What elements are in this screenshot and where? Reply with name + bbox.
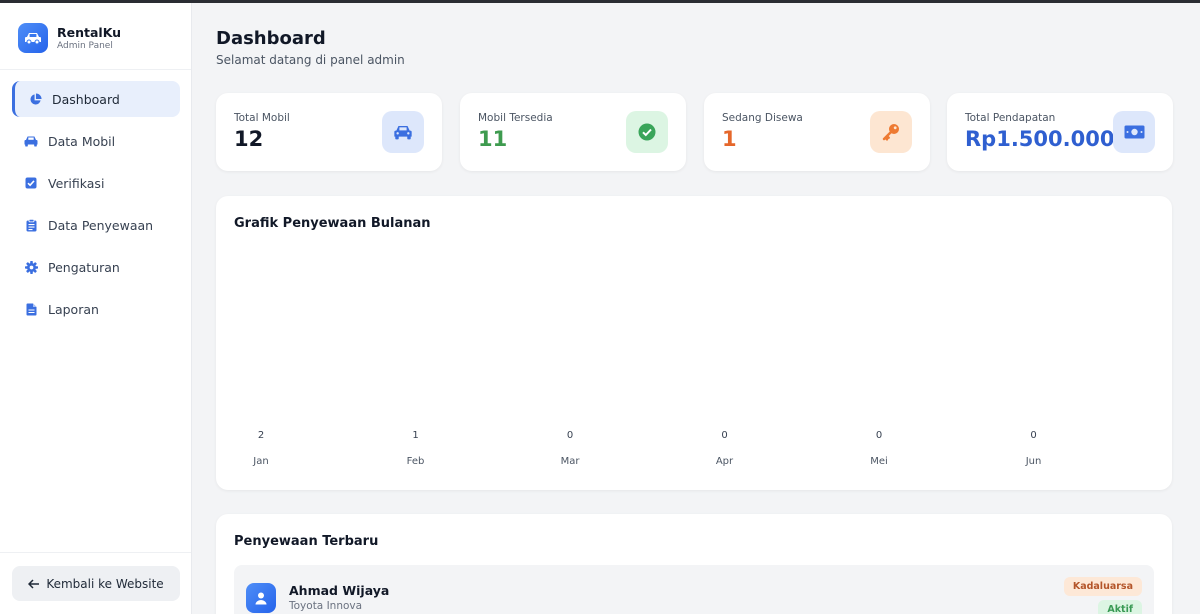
window-top-bar: [0, 0, 1200, 3]
chart-bar-jan: 2 Jan: [211, 430, 311, 467]
sidebar-item-label: Data Penyewaan: [48, 217, 154, 233]
brand-subtitle: Admin Panel: [57, 40, 113, 51]
sidebar-item-label: Laporan: [48, 301, 99, 317]
stat-label: Mobil Tersedia: [478, 112, 553, 124]
sidebar-item-label: Pengaturan: [48, 259, 120, 275]
chart-bar-apr: 0 Apr: [675, 430, 775, 467]
tick-label: Apr: [715, 456, 734, 467]
data-label: 0: [875, 430, 883, 441]
stat-card-sedang-disewa: Sedang Disewa 1: [704, 93, 930, 171]
stat-value: Rp1.500.000: [965, 127, 1115, 151]
brand[interactable]: RentalKu Admin Panel: [18, 22, 121, 54]
chart-bar-jun: 0 Jun: [984, 430, 1084, 467]
stat-card-total-pendapatan: Total Pendapatan Rp1.500.000: [947, 93, 1173, 171]
check-square-icon: [24, 176, 38, 190]
file-icon: [24, 302, 38, 316]
tick-label: Mar: [560, 456, 580, 467]
arrow-left-icon: [28, 578, 40, 589]
stat-value: 11: [478, 127, 508, 151]
car-icon: [382, 111, 424, 153]
status-badge-active: Aktif: [1098, 600, 1142, 614]
stat-card-mobil-tersedia: Mobil Tersedia 11: [460, 93, 686, 171]
chart-bar-feb: 1 Feb: [366, 430, 466, 467]
status-badge-expired: Kadaluarsa: [1063, 577, 1142, 596]
sidebar-item-label: Verifikasi: [48, 175, 105, 191]
stat-label: Total Mobil: [234, 112, 290, 124]
sidebar-item-dashboard[interactable]: Dashboard: [12, 81, 180, 117]
chart-title: Grafik Penyewaan Bulanan: [234, 216, 431, 231]
sidebar-item-pengaturan[interactable]: Pengaturan: [12, 249, 180, 285]
renter-name: Ahmad Wijaya: [289, 583, 390, 598]
recent-rentals-title: Penyewaan Terbaru: [234, 534, 379, 549]
list-item[interactable]: Ahmad Wijaya Toyota Innova Kadaluarsa Ak…: [234, 565, 1154, 614]
tick-label: Jan: [253, 456, 269, 467]
car-logo-icon: [18, 23, 48, 53]
data-label: 1: [412, 430, 419, 441]
sidebar-item-verifikasi[interactable]: Verifikasi: [12, 165, 180, 201]
check-circle-icon: [626, 111, 668, 153]
clipboard-icon: [24, 218, 38, 232]
tick-label: Jun: [1025, 456, 1042, 467]
recent-rentals-card: Penyewaan Terbaru Ahmad Wijaya Toyota In…: [216, 514, 1172, 614]
stat-label: Sedang Disewa: [722, 112, 803, 124]
sidebar-nav: Dashboard Data Mobil Verifikasi Data Pen…: [12, 81, 180, 333]
rented-car: Toyota Innova: [289, 600, 363, 612]
data-label: 2: [257, 430, 265, 441]
back-button-label: Kembali ke Website: [46, 576, 164, 591]
sidebar-item-data-penyewaan[interactable]: Data Penyewaan: [12, 207, 180, 243]
data-label: 0: [1030, 430, 1037, 441]
sidebar: RentalKu Admin Panel Dashboard Data Mobi…: [0, 3, 192, 614]
data-label: 0: [721, 430, 728, 441]
pie-chart-icon: [28, 92, 42, 106]
tick-label: Mei: [870, 456, 888, 467]
sidebar-item-data-mobil[interactable]: Data Mobil: [12, 123, 180, 159]
stat-value: 1: [722, 127, 737, 151]
sidebar-item-label: Dashboard: [52, 91, 120, 107]
page-subtitle: Selamat datang di panel admin: [216, 53, 405, 67]
page-title: Dashboard: [216, 28, 326, 49]
gear-icon: [24, 260, 38, 274]
back-to-website-button[interactable]: Kembali ke Website: [12, 566, 180, 601]
monthly-rental-chart-card: Grafik Penyewaan Bulanan 2 Jan 1 Feb 0 Mar 0 Ap…: [216, 196, 1172, 490]
sidebar-item-laporan[interactable]: Laporan: [12, 291, 180, 327]
stat-label: Total Pendapatan: [965, 112, 1056, 124]
divider: [0, 69, 191, 70]
tick-label: Feb: [406, 456, 425, 467]
key-icon: [870, 111, 912, 153]
car-icon: [24, 134, 38, 148]
user-avatar-icon: [246, 583, 276, 613]
sidebar-item-label: Data Mobil: [48, 133, 116, 149]
chart-bar-mar: 0 Mar: [520, 430, 620, 467]
data-label: 0: [566, 430, 574, 441]
brand-name: RentalKu: [57, 24, 122, 40]
chart-bar-mei: 0 Mei: [829, 430, 929, 467]
stat-value: 12: [234, 127, 264, 151]
money-icon: [1113, 111, 1155, 153]
divider: [0, 552, 191, 553]
stat-card-total-mobil: Total Mobil 12: [216, 93, 442, 171]
